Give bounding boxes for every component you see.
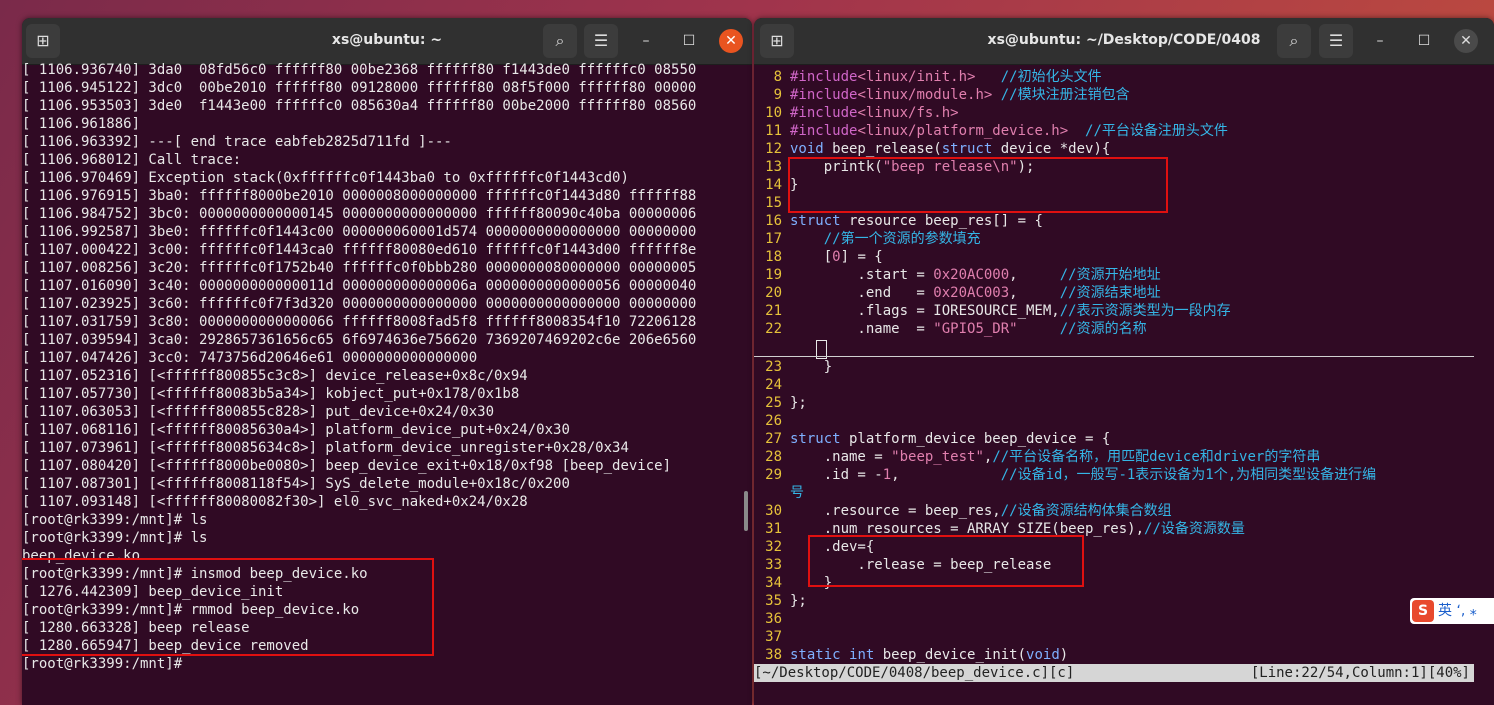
code-line: 23 } [765,359,833,375]
terminal-line: [root@rk3399:/mnt]# ls [22,512,208,528]
code-line: 26 [765,413,782,429]
highlight-box-insmod-rmmod [22,558,434,656]
terminal-line: [ 1107.016090] 3c40: 000000000000011d 00… [22,278,697,294]
split-separator[interactable] [754,356,1474,357]
terminal-line: [ 1106.953503] 3de0 f1443e00 ffffffc0 08… [22,98,697,114]
terminal-line: [ 1107.031759] 3c80: 0000000000000066 ff… [22,314,697,330]
search-icon[interactable]: ⌕ [1277,24,1311,58]
status-position: [Line:22/54,Column:1][40%] [1250,665,1470,681]
maximize-icon[interactable]: ☐ [677,29,701,53]
code-line: 21 .flags = IORESOURCE_MEM,//表示资源类型为一段内存 [765,303,1231,319]
terminal-line: [ 1106.976915] 3ba0: ffffff8000be2010 00… [22,188,697,204]
code-line: 22 .name = "GPIO5_DR" //资源的名称 [765,321,1147,337]
close-icon[interactable]: ✕ [1454,29,1478,53]
terminal-line: [ 1107.057730] [<ffffff80083b5a34>] kobj… [22,386,520,402]
code-line: 8 #include<linux/init.h> //初始化头文件 [773,69,1102,85]
code-line: 38 static int beep_device_init(void) [765,647,1069,663]
ime-indicator[interactable]: S英 ʻ, ⁎ [1410,598,1494,624]
terminal-line: [ 1107.000422] 3c00: ffffffc0f1443ca0 ff… [22,242,697,258]
vim-editor[interactable]: 8 #include<linux/init.h> //初始化头文件 9 #inclu… [754,65,1494,705]
terminal-line: [ 1106.968012] Call trace: [22,152,242,168]
highlight-box-dev-release [808,535,1084,587]
code-line: 17 //第一个资源的参数填充 [765,231,981,247]
code-line: 29 .id = -1, //设备id，一般写-1表示设备为1个,为相同类型设备… [765,467,1377,483]
terminal-line: [ 1106.992587] 3be0: ffffffc0f1443c00 00… [22,224,697,240]
terminal-line: [root@rk3399:/mnt]# ls [22,530,208,546]
terminal-line: [ 1107.052316] [<ffffff800855c3c8>] devi… [22,368,528,384]
code-line: 12 void beep_release(struct device *dev){ [765,141,1111,157]
terminal-line: [ 1107.047426] 3cc0: 7473756d20646e61 00… [22,350,478,366]
scrollbar-thumb[interactable] [744,491,748,531]
highlight-box-beep-release [788,157,1168,213]
hamburger-menu-icon[interactable]: ☰ [1319,24,1353,58]
terminal-line: [ 1106.945122] 3dc0 00be2010 ffffff80 09… [22,80,697,96]
code-line: 30 .resource = beep_res,//设备资源结构体集合数组 [765,503,1172,519]
terminal-line: [root@rk3399:/mnt]# [22,656,191,672]
code-line: 27 struct platform_device beep_device = { [765,431,1111,447]
terminal-line: [ 1107.023925] 3c60: ffffffc0f7f3d320 00… [22,296,697,312]
code-line: 28 .name = "beep_test",//平台设备名称，用匹配devic… [765,449,1321,465]
terminal-line: [ 1107.039594] 3ca0: 2928657361656c65 6f… [22,332,697,348]
search-icon[interactable]: ⌕ [543,24,577,58]
code-line: 20 .end = 0x20AC003, //资源结束地址 [765,285,1161,301]
code-line: 37 [765,629,782,645]
vim-status-line: [~/Desktop/CODE/0408/beep_device.c][c] [L… [754,664,1474,682]
code-line: 16 struct resource beep_res[] = { [765,213,1043,229]
terminal-line: [ 1107.063053] [<ffffff800855c828>] put_… [22,404,495,420]
minimize-icon[interactable]: – [1368,29,1392,53]
terminal-line: [ 1106.970469] Exception stack(0xffffffc… [22,170,629,186]
sogou-icon: S [1412,600,1434,622]
code-line: 11 #include<linux/platform_device.h> //平台… [765,123,1228,139]
code-line: 35}; [765,593,807,609]
terminal-line: [ 1106.936740] 3da0 08fd56c0 ffffff80 00… [22,62,697,78]
code-line: 18 [0] = { [765,249,883,265]
code-line: 25}; [765,395,807,411]
code-line: 36 [765,611,782,627]
terminal-line: [ 1107.093148] [<ffffff80080082f30>] el0… [22,494,528,510]
terminal-line: [ 1107.080420] [<ffffff8000be0080>] beep… [22,458,672,474]
terminal-line: [ 1106.961886] [22,116,141,132]
code-line: 10 #include<linux/fs.h> [765,105,959,121]
status-file: [~/Desktop/CODE/0408/beep_device.c][c] [754,665,1075,681]
terminal-window-home[interactable]: ⊞ xs@ubuntu: ~ ⌕ ☰ – ☐ ✕ [ 1106.936740] … [22,18,752,705]
titlebar[interactable]: ⊞ xs@ubuntu: ~ ⌕ ☰ – ☐ ✕ [22,18,752,65]
maximize-icon[interactable]: ☐ [1412,29,1436,53]
terminal-line: [ 1106.963392] ---[ end trace eabfeb2825… [22,134,452,150]
terminal-line: [ 1106.984752] 3bc0: 0000000000000145 00… [22,206,697,222]
code-line: 9 #include<linux/module.h> //模块注册注销包含 [773,87,1130,103]
terminal-line: [ 1107.008256] 3c20: ffffffc0f1752b40 ff… [22,260,697,276]
hamburger-menu-icon[interactable]: ☰ [584,24,618,58]
vim-lower-pane[interactable]: 23 } 24 25}; 26 27 struct platform_device… [754,358,1376,664]
code-line: 号 [790,485,804,501]
code-line: 24 [765,377,782,393]
terminal-line: [ 1107.073961] [<ffffff80085634c8>] plat… [22,440,629,456]
titlebar[interactable]: ⊞ xs@ubuntu: ~/Desktop/CODE/0408 ⌕ ☰ – ☐… [754,18,1494,65]
terminal-window-vim[interactable]: ⊞ xs@ubuntu: ~/Desktop/CODE/0408 ⌕ ☰ – ☐… [754,18,1494,705]
close-icon[interactable]: ✕ [719,29,743,53]
code-line: 19 .start = 0x20AC000, //资源开始地址 [765,267,1161,283]
terminal-line: [ 1107.087301] [<ffffff8008118f54>] SyS_… [22,476,570,492]
minimize-icon[interactable]: – [634,29,658,53]
terminal-line: [ 1107.068116] [<ffffff80085630a4>] plat… [22,422,570,438]
